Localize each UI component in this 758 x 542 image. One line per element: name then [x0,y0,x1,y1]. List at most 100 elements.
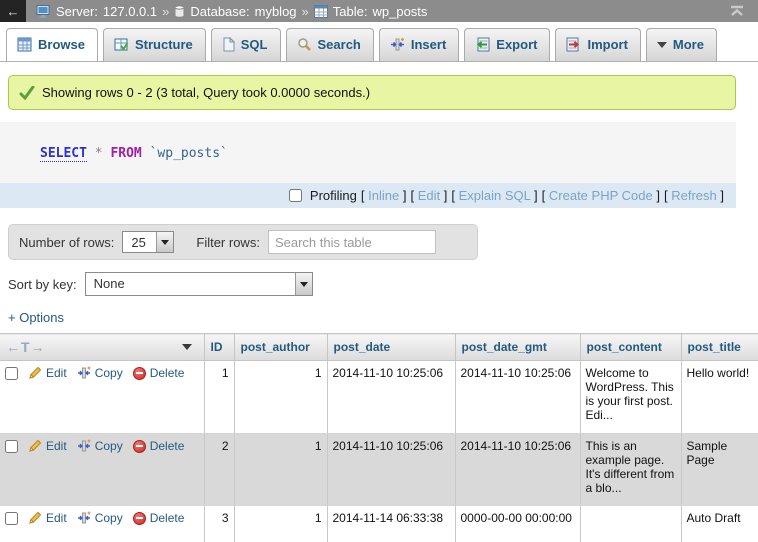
explain-sql-link[interactable]: Explain SQL [459,188,531,203]
tab-import-label: Import [587,37,627,52]
cell-id: 3 [204,506,234,542]
chevron-down-icon [300,282,308,287]
tab-sql-label: SQL [241,37,268,52]
tab-browse-label: Browse [38,37,85,52]
database-icon [174,5,185,18]
delete-link[interactable]: Delete [150,366,185,380]
tab-structure[interactable]: Structure [103,28,206,61]
breadcrumb-table-label: Table: [333,4,368,19]
breadcrumb-bar: ← Server: 127.0.0.1 » Database: myblog »… [0,0,758,22]
copy-link[interactable]: Copy [95,439,123,453]
column-header-post-content[interactable]: post_content [580,334,681,361]
options-toggle-link[interactable]: + Options [8,310,64,325]
bracket: ] [444,188,448,203]
sql-query: SELECT * FROM `wp_posts` [0,122,736,183]
delete-icon [133,367,146,380]
column-header-post-author[interactable]: post_author [234,334,327,361]
tab-bar: Browse Structure SQL Search Insert Expor… [0,22,758,62]
edit-pencil-icon [28,439,42,453]
column-header-post-date-gmt[interactable]: post_date_gmt [455,334,580,361]
copy-link[interactable]: Copy [95,511,123,525]
import-icon [566,37,581,52]
edit-link[interactable]: Edit [46,511,67,525]
collapse-panel-button[interactable] [728,4,746,18]
inline-link-wrap: [ Inline ] [361,188,407,203]
table-header-row: ←T→ ID post_author post_date post_date_g… [0,334,758,361]
transpose-control[interactable]: ←T→ [6,339,46,355]
table-row: Edit Copy Delete 2 1 2014-11-10 10:25:06… [0,434,758,506]
row-actions-cell: Edit Copy Delete [0,434,204,506]
sort-by-key-label: Sort by key: [8,277,77,292]
tab-export[interactable]: Export [464,28,550,61]
filter-rows-label: Filter rows: [196,235,260,250]
cell-post-date-gmt: 2014-11-10 10:25:06 [455,361,580,434]
select-dropdown-button[interactable] [156,232,173,252]
copy-icon [77,511,91,525]
edit-pencil-icon [28,366,42,380]
query-toolbar: Profiling [ Inline ] [ Edit ] [ Explain … [0,183,736,208]
tab-search-label: Search [318,37,361,52]
tab-insert-label: Insert [411,37,446,52]
sql-keyword-select[interactable]: SELECT [40,146,87,162]
breadcrumb-database-value[interactable]: myblog [255,4,297,19]
sort-by-key-select[interactable]: None [85,272,313,296]
breadcrumb-server-label: Server: [56,4,98,19]
edit-link[interactable]: Edit [46,366,67,380]
search-icon [297,37,312,52]
bracket: ] [403,188,407,203]
row-select-checkbox[interactable] [5,367,18,380]
breadcrumb-separator: » [302,4,309,19]
column-header-post-title[interactable]: post_title [681,334,758,361]
refresh-link-wrap: [ Refresh ] [664,188,724,203]
tab-more[interactable]: More [646,28,717,61]
filter-rows-input[interactable] [268,230,436,254]
edit-query-link[interactable]: Edit [418,188,440,203]
sql-table-identifier: `wp_posts` [150,146,228,161]
cell-post-title: Hello world! [681,361,758,434]
tab-insert[interactable]: Insert [379,28,459,61]
header-actions-cell: ←T→ [0,334,204,361]
copy-icon [77,439,91,453]
cell-post-date-gmt: 0000-00-00 00:00:00 [455,506,580,542]
rows-per-page-value: 25 [123,232,156,252]
bracket: ] [534,188,538,203]
profiling-checkbox[interactable] [289,189,302,202]
sql-keyword-from: FROM [110,146,141,161]
select-dropdown-button[interactable] [295,273,312,295]
delete-icon [133,440,146,453]
tab-export-label: Export [496,37,537,52]
sql-file-icon [222,37,235,52]
copy-link[interactable]: Copy [95,366,123,380]
tab-import[interactable]: Import [555,28,640,61]
bracket: [ [542,188,546,203]
row-select-checkbox[interactable] [5,512,18,525]
table-icon [314,5,328,18]
inline-link[interactable]: Inline [368,188,399,203]
sql-star: * [95,146,103,161]
sort-row: Sort by key: None [8,272,758,296]
column-header-post-date[interactable]: post_date [327,334,455,361]
refresh-link[interactable]: Refresh [671,188,717,203]
back-button[interactable]: ← [0,0,26,22]
row-select-checkbox[interactable] [5,440,18,453]
tab-browse[interactable]: Browse [6,28,98,61]
cell-post-title: Sample Page [681,434,758,506]
tab-search[interactable]: Search [286,28,374,61]
column-options-dropdown-icon[interactable] [182,344,192,350]
cell-post-content: Welcome to WordPress. This is your first… [580,361,681,434]
delete-link[interactable]: Delete [150,439,185,453]
server-icon [36,5,51,18]
tab-sql[interactable]: SQL [211,28,281,61]
delete-link[interactable]: Delete [150,511,185,525]
create-php-code-link[interactable]: Create PHP Code [549,188,653,203]
bracket: [ [664,188,668,203]
cell-post-title: Auto Draft [681,506,758,542]
edit-link[interactable]: Edit [46,439,67,453]
cell-post-author: 1 [234,361,327,434]
breadcrumb-server-value[interactable]: 127.0.0.1 [103,4,157,19]
breadcrumb-table-value[interactable]: wp_posts [372,4,427,19]
rows-per-page-select[interactable]: 25 [122,231,174,253]
column-header-id[interactable]: ID [204,334,234,361]
export-icon [475,37,490,52]
row-actions-cell: Edit Copy Delete [0,506,204,542]
